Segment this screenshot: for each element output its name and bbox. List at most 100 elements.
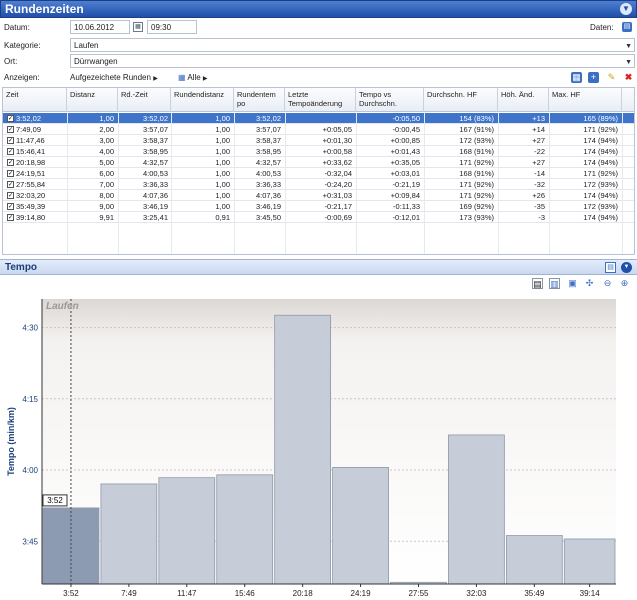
y-tick-label: 3:45 bbox=[22, 537, 38, 546]
column-header[interactable]: Max. HF bbox=[549, 88, 622, 112]
table-row[interactable]: ✓ 15:46,41 4,00 3:58,95 1,00 3:58,95 +0:00,58 +… bbox=[3, 146, 634, 157]
column-divider bbox=[118, 113, 119, 254]
table-cell: 4:32,57 bbox=[255, 158, 281, 167]
anzeigen-value: Aufgezeichete Runden bbox=[70, 73, 151, 82]
date-input[interactable]: 10.06.2012 bbox=[70, 20, 130, 34]
row-checkbox[interactable]: ✓ bbox=[7, 203, 14, 210]
row-checkbox[interactable]: ✓ bbox=[7, 115, 14, 122]
layout-icon[interactable]: ▤ bbox=[605, 262, 616, 273]
table-cell: 5,00 bbox=[99, 158, 114, 167]
zoom-out-icon[interactable]: ⊖ bbox=[602, 278, 613, 289]
table-cell: -35 bbox=[534, 202, 545, 211]
table-cell: +27 bbox=[532, 158, 545, 167]
row-checkbox[interactable]: ✓ bbox=[7, 214, 14, 221]
table-cell: +0:00,85 bbox=[390, 136, 420, 145]
table-cell: 172 (93%) bbox=[583, 202, 618, 211]
table-cell: 1,00 bbox=[215, 180, 230, 189]
tempo-chart[interactable]: 3:45 4:00 4:15 4:30 3:52 3:52 7:49 11:47 15:46 20… bbox=[0, 291, 637, 600]
table-cell: 4:00,53 bbox=[142, 169, 168, 178]
datum-row: Datum: 10.06.2012 ▦ 09:30 Daten: ▤ bbox=[0, 19, 637, 35]
column-header[interactable]: Distanz bbox=[67, 88, 118, 112]
column-header[interactable]: Höh. Änd. bbox=[498, 88, 549, 112]
calculator-icon[interactable]: ▦ bbox=[571, 72, 582, 83]
column-header[interactable]: Rundentem po bbox=[234, 88, 285, 112]
dropdown-arrow-icon[interactable]: ▼ bbox=[625, 43, 632, 50]
row-checkbox[interactable]: ✓ bbox=[7, 148, 14, 155]
chevron-down-icon[interactable]: ▼ bbox=[620, 3, 632, 15]
column-divider bbox=[498, 113, 499, 254]
table-cell: 4:00,53 bbox=[255, 169, 281, 178]
table-cell: -0:24,20 bbox=[324, 180, 352, 189]
table-row[interactable]: ✓ 35:49,39 9,00 3:46,19 1,00 3:46,19 -0:21,17 -… bbox=[3, 201, 634, 212]
table-cell: -3 bbox=[538, 213, 545, 222]
row-checkbox[interactable]: ✓ bbox=[7, 192, 14, 199]
table-cell: 1,00 bbox=[215, 169, 230, 178]
table-cell: 3:57,07 bbox=[255, 125, 281, 134]
dropdown-arrow-icon[interactable]: ▼ bbox=[625, 59, 632, 66]
zoom-in-icon[interactable]: ⊕ bbox=[619, 278, 630, 289]
table-cell: 2,00 bbox=[99, 125, 114, 134]
calendar-icon[interactable]: ▦ bbox=[133, 22, 143, 32]
row-checkbox[interactable]: ✓ bbox=[7, 137, 14, 144]
ort-row: Ort: Dürrwangen ▼ bbox=[0, 53, 637, 69]
data-icon[interactable]: ▤ bbox=[622, 22, 632, 32]
ort-select[interactable]: Dürrwangen ▼ bbox=[70, 54, 635, 68]
chart-bar[interactable] bbox=[100, 483, 158, 585]
table-cell: +27 bbox=[532, 136, 545, 145]
table-row[interactable]: ✓ 39:14,80 9,91 3:25,41 0,91 3:45,50 -0:00,69 -… bbox=[3, 212, 634, 223]
table-cell: 167 (91%) bbox=[459, 125, 494, 134]
row-checkbox[interactable]: ✓ bbox=[7, 181, 14, 188]
anzeigen-label: Anzeigen: bbox=[4, 73, 40, 82]
column-divider bbox=[67, 113, 68, 254]
table-cell: -0:00,69 bbox=[324, 213, 352, 222]
table-row[interactable]: ✓ 20:18,98 5,00 4:32,57 1,00 4:32,57 +0:33,62 +… bbox=[3, 157, 634, 168]
chart-bar[interactable] bbox=[505, 535, 563, 585]
kategorie-select[interactable]: Laufen ▼ bbox=[70, 38, 635, 52]
column-header[interactable]: Durchschn. HF bbox=[424, 88, 498, 112]
table-cell: 168 (91%) bbox=[459, 169, 494, 178]
chart-bar[interactable] bbox=[332, 467, 389, 585]
table-row[interactable]: ✓ 3:52,02 1,00 3:52,02 1,00 3:52,02 -0:05,50 15… bbox=[3, 113, 634, 124]
table-row[interactable]: ✓ 24:19,51 6,00 4:00,53 1,00 4:00,53 -0:32,04 +… bbox=[3, 168, 634, 179]
anzeigen-dropdown[interactable]: Aufgezeichete Runden ▶ bbox=[70, 73, 158, 82]
column-header[interactable]: Rundendistanz bbox=[171, 88, 234, 112]
table-cell: 154 (83%) bbox=[459, 114, 494, 123]
table-row[interactable]: ✓ 32:03,20 8,00 4:07,36 1,00 4:07,36 +0:31,03 +… bbox=[3, 190, 634, 201]
time-input[interactable]: 09:30 bbox=[147, 20, 197, 34]
add-lap-icon[interactable]: + bbox=[588, 72, 599, 83]
table-cell: 171 (92%) bbox=[459, 191, 494, 200]
chart-bar[interactable] bbox=[158, 477, 216, 585]
table-row[interactable]: ✓ 11:47,46 3,00 3:58,37 1,00 3:58,37 +0:01,30 +… bbox=[3, 135, 634, 146]
table-icon: ▦ bbox=[178, 73, 188, 82]
chart-bar[interactable] bbox=[274, 314, 332, 585]
chart-bar[interactable] bbox=[448, 434, 505, 585]
table-view-icon[interactable]: ▤ bbox=[532, 278, 543, 289]
table-cell: 39:14,80 bbox=[16, 213, 46, 222]
table-row[interactable]: ✓ 7:49,09 2,00 3:57,07 1,00 3:57,07 +0:05,05 -0… bbox=[3, 124, 634, 135]
column-header[interactable]: Zeit bbox=[3, 88, 67, 112]
table-cell: 3:36,33 bbox=[255, 180, 281, 189]
row-checkbox[interactable]: ✓ bbox=[7, 126, 14, 133]
settings-icon[interactable]: ✣ bbox=[584, 278, 595, 289]
chart-bar[interactable] bbox=[216, 474, 274, 585]
window-title: Rundenzeiten bbox=[5, 2, 84, 16]
column-header[interactable]: Rd.-Zeit bbox=[118, 88, 171, 112]
column-header[interactable]: Letzte Tempoänderung bbox=[285, 88, 356, 112]
table-cell: 165 (89%) bbox=[583, 114, 618, 123]
delete-icon[interactable]: ✖ bbox=[623, 72, 634, 83]
chevron-down-icon[interactable]: ▼ bbox=[621, 262, 632, 273]
table-cell: 3:58,95 bbox=[255, 147, 281, 156]
column-header[interactable]: Tempo vs Durchschn. bbox=[356, 88, 424, 112]
column-divider bbox=[234, 113, 235, 254]
triangle-right-icon: ▶ bbox=[153, 76, 158, 82]
filter-dropdown[interactable]: ▦ Alle ▶ bbox=[178, 73, 208, 82]
chart-bar[interactable] bbox=[563, 538, 616, 585]
table-row[interactable]: ✓ 27:55,84 7,00 3:36,33 1,00 3:36,33 -0:24,20 -… bbox=[3, 179, 634, 190]
pencil-icon[interactable]: ✎ bbox=[606, 72, 617, 83]
save-icon[interactable]: ▣ bbox=[567, 278, 578, 289]
table-cell: -0:00,45 bbox=[392, 125, 420, 134]
chart-view-icon[interactable]: ▥ bbox=[549, 278, 560, 289]
table-cell: 4:07,36 bbox=[255, 191, 281, 200]
row-checkbox[interactable]: ✓ bbox=[7, 170, 14, 177]
row-checkbox[interactable]: ✓ bbox=[7, 159, 14, 166]
